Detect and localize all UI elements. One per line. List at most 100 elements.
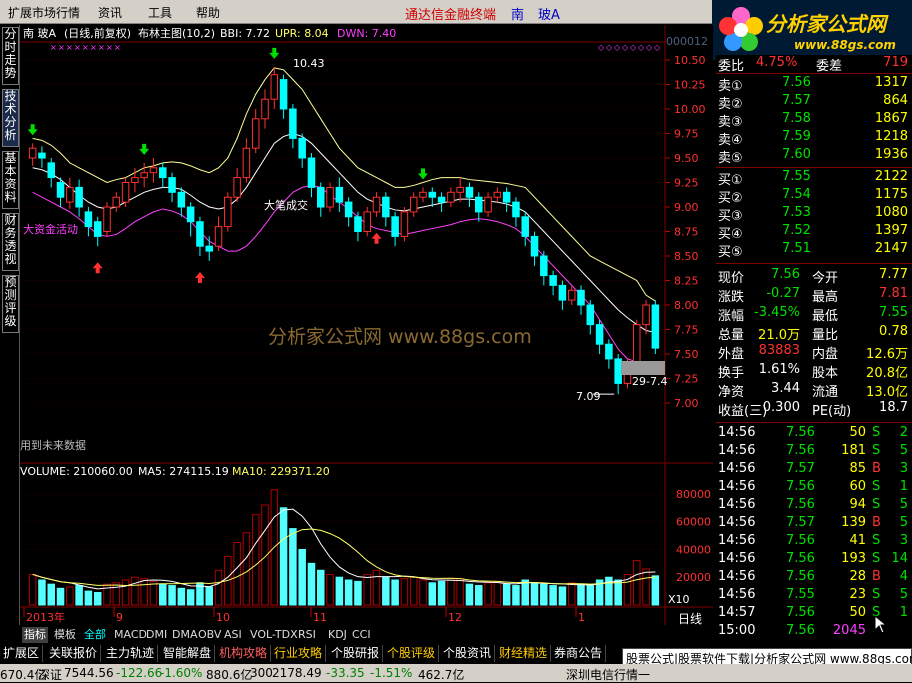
indicator-tab[interactable]: CCI (350, 627, 373, 643)
candle-body (261, 98, 269, 120)
tick-price: 7.57 (786, 515, 815, 530)
tick-count: 1 (899, 479, 908, 494)
indicator-tab[interactable]: 指标 (22, 627, 48, 643)
tab-basic-info[interactable]: 基本资料 (2, 151, 19, 209)
sell-price: 7.56 (782, 75, 811, 90)
period-selector[interactable]: 日线 (678, 612, 702, 625)
volume-bar (317, 569, 325, 606)
quote-value-right: 7.81 (879, 286, 908, 301)
marker-x-icon: × (74, 43, 81, 52)
candle (121, 177, 130, 207)
price-tick-label: 8.00 (674, 299, 699, 312)
stock-name: 玻A (538, 8, 560, 23)
indicator-tab[interactable]: DMI (144, 627, 169, 643)
header-upr: UPR: 8.04 (275, 27, 329, 40)
volume-bar (279, 507, 288, 606)
indicator-tab[interactable]: OBV (196, 627, 223, 643)
candle (400, 207, 409, 242)
category-tab[interactable]: 关联报价 (46, 645, 102, 662)
category-tab[interactable]: 个股评级 (384, 645, 440, 662)
tick-price: 7.55 (786, 587, 815, 602)
quote-value-right: 13.0亿 (866, 385, 908, 400)
volume-bar (205, 586, 213, 606)
indicator-tab[interactable]: RSI (296, 627, 318, 643)
category-tab[interactable]: 个股资讯 (440, 645, 496, 662)
tick-row[interactable]: 14:56 7.56 60 S 1 (716, 479, 912, 497)
marker-x-icon: × (114, 43, 121, 52)
tick-row[interactable]: 14:56 7.56 50 S 2 (716, 425, 912, 443)
marker-diamond-icon: ◇ (630, 43, 637, 52)
price-cursor-box (621, 361, 665, 375)
tick-row[interactable]: 14:56 7.56 41 S 3 (716, 533, 912, 551)
volume-bar (437, 580, 446, 606)
tick-row[interactable]: 14:56 7.56 94 S 5 (716, 497, 912, 515)
quote-row: 现价 7.56 今开 7.77 (716, 267, 912, 286)
divider (716, 73, 912, 74)
category-tab[interactable]: 个股研报 (328, 645, 384, 662)
volume-bar (456, 578, 464, 606)
menu-tools[interactable]: 工具 (148, 4, 172, 21)
marker-diamond-icon: ◇ (646, 43, 653, 52)
candle-body (140, 172, 148, 179)
tick-time: 14:56 (718, 425, 756, 440)
status-300-change: -33.35 (326, 666, 365, 680)
tick-row[interactable]: 14:56 7.56 193 S 14 (716, 551, 912, 569)
indicator-tab[interactable]: VOL-TDX (248, 627, 300, 643)
tick-row[interactable]: 14:56 7.56 181 S 5 (716, 443, 912, 461)
tick-row[interactable]: 14:56 7.56 28 B 4 (716, 569, 912, 587)
x10-indicator[interactable]: X10 (668, 593, 690, 606)
buy-row: 买⑤ 7.51 2147 (716, 241, 912, 260)
candle-body (447, 191, 455, 203)
indicator-tab[interactable]: KDJ (326, 627, 349, 643)
menu-extended-market[interactable]: 扩展市场行情 (8, 4, 80, 21)
tick-row[interactable]: 14:56 7.55 23 S 5 (716, 587, 912, 605)
category-tab[interactable]: 行业攻略 (271, 645, 327, 662)
menu-info[interactable]: 资讯 (98, 4, 122, 21)
tab-intraday[interactable]: 分时走势 (2, 27, 19, 85)
tick-price: 7.56 (786, 479, 815, 494)
status-index-value: 7544.56 (64, 666, 114, 680)
volume-bar (419, 579, 427, 606)
tick-count: 2 (899, 425, 908, 440)
quote-row: 收益(三) 0.300 PE(动) 18.7 (716, 400, 912, 419)
status-index-name: 深证 (38, 668, 63, 682)
category-tab[interactable]: 扩展区 (0, 645, 44, 662)
candle-body (512, 201, 520, 218)
tick-row[interactable]: 14:56 7.57 85 B 3 (716, 461, 912, 479)
order-ratio-row: 委比 4.75% 委差 719 (716, 55, 912, 74)
category-tab[interactable]: 财经精选 (496, 645, 552, 662)
volume-bar (242, 532, 251, 606)
tick-row[interactable]: 14:56 7.57 139 B 5 (716, 515, 912, 533)
menu-help[interactable]: 帮助 (196, 4, 220, 21)
quote-value-left: 21.0万 (758, 328, 800, 343)
indicator-tab[interactable]: 模板 (52, 627, 78, 643)
quote-label-left: 总量 (718, 328, 745, 343)
candle-body (112, 196, 121, 208)
volume-bar (251, 514, 260, 606)
volume-ma5: MA5: 274115.19 (138, 465, 229, 478)
candle-body (614, 358, 622, 384)
volume-bar (475, 585, 483, 606)
tab-financial[interactable]: 财务透视 (2, 213, 19, 271)
category-tab[interactable]: 券商公告 (551, 645, 607, 662)
category-tab[interactable]: 主力轨迹 (103, 645, 159, 662)
category-tab[interactable]: 智能解盘 (160, 645, 216, 662)
date-tick-label: 10 (216, 611, 230, 624)
indicator-tab[interactable]: ASI (222, 627, 244, 643)
header-indicator: 布林主图(10,2) (138, 26, 215, 40)
tab-forecast[interactable]: 预测评级 (2, 275, 19, 333)
quote-panel: 委比 4.75% 委差 719 卖① 7.56 1317 卖② 7.57 864 卖③ 7.5… (716, 55, 912, 640)
sell-label: 卖③ (718, 115, 743, 130)
indicator-tab[interactable]: 全部 (82, 627, 108, 643)
kline-chart[interactable]: 10.50 10.25 10.00 9.75 9.50 9.25 9.00 8.75 8.50 8… (20, 25, 713, 625)
tab-technical[interactable]: 技术分析 (2, 89, 19, 147)
quote-label-right: PE(动) (812, 404, 852, 419)
category-tab[interactable]: 机构攻略 (216, 645, 272, 662)
tick-time: 14:56 (718, 569, 756, 584)
tick-price: 7.56 (786, 551, 815, 566)
volume-bar (47, 583, 55, 606)
volume-bar (289, 528, 297, 606)
price-tick-label: 7.75 (674, 324, 699, 337)
future-data-note: 用到未来数据 (20, 438, 86, 452)
quote-label-right: 今开 (812, 271, 839, 286)
